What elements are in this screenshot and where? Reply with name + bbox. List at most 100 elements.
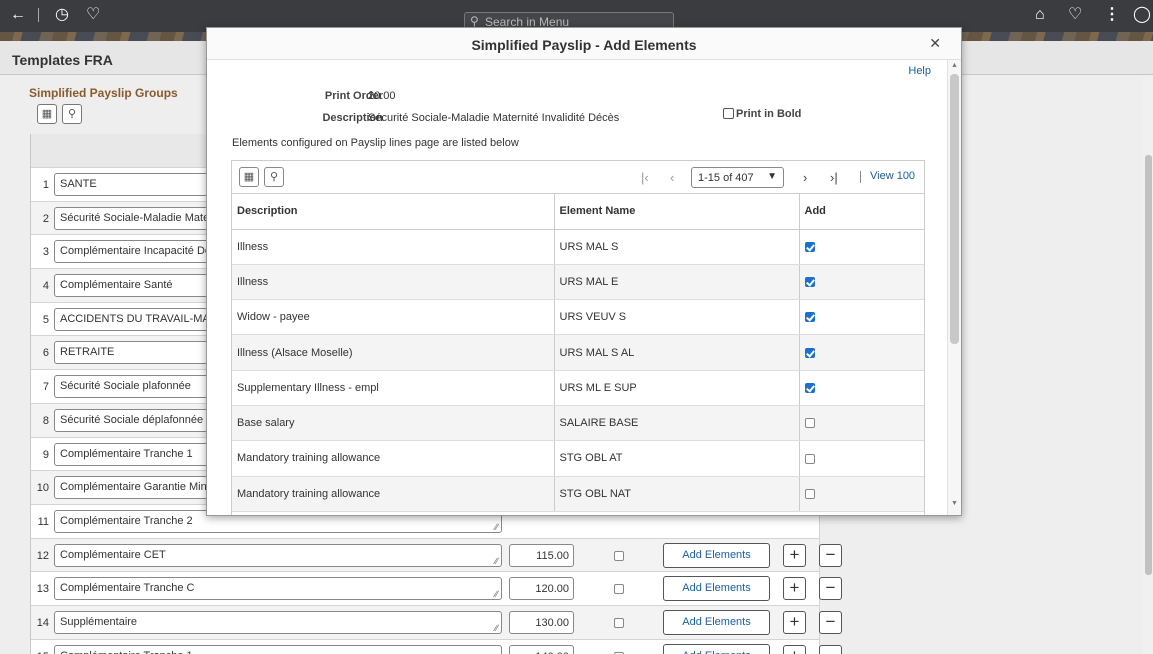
resize-grip-icon[interactable]: ∕∕ <box>495 623 498 633</box>
print-in-bold-label: Print in Bold <box>736 108 802 120</box>
group-description-field[interactable]: Complémentaire CET ∕∕ <box>54 543 502 567</box>
notifications-bell-icon[interactable]: ♡ <box>1068 6 1082 24</box>
add-elements-dialog: Simplified Payslip - Add Elements ✕ Help… <box>206 27 962 516</box>
column-header-description[interactable]: Description <box>232 194 555 230</box>
table-row: Supplementary Illness - empl URS ML E SUP <box>232 370 924 406</box>
print-order-field[interactable]: 115.00 <box>509 543 574 567</box>
delete-row-button[interactable]: − <box>819 543 842 567</box>
element-name: URS MAL S <box>554 229 800 265</box>
find-icon[interactable]: ⚲ <box>264 167 284 187</box>
add-row-button[interactable]: + <box>783 577 806 601</box>
element-description: Supplementary Illness - empl <box>232 370 555 406</box>
favorites-heart-icon[interactable]: ♡ <box>86 6 100 24</box>
column-header-add[interactable]: Add <box>799 194 924 230</box>
print-order-field[interactable]: 140.00 <box>509 644 574 654</box>
table-row: Mandatory training allowance STG OBL NAT <box>232 476 924 512</box>
element-description: Illness (Alsace Moselle) <box>232 334 555 371</box>
row-number: 3 <box>42 246 49 259</box>
column-header-element-name[interactable]: Element Name <box>554 194 800 230</box>
dialog-title: Simplified Payslip - Add Elements <box>471 37 697 53</box>
add-elements-button[interactable]: Add Elements <box>663 609 770 635</box>
chevron-down-icon: ▼ <box>767 171 777 182</box>
search-icon: ⚲ <box>470 14 479 28</box>
page-range-select[interactable]: 1-15 of 407 ▼ <box>691 167 784 188</box>
add-elements-button[interactable]: Add Elements <box>663 576 770 602</box>
print-order-field[interactable]: 130.00 <box>509 610 574 634</box>
scroll-down-icon[interactable]: ▼ <box>951 500 958 507</box>
element-name: SALAIRE BASE <box>554 405 800 442</box>
row-number: 12 <box>36 549 49 562</box>
add-checkbox[interactable] <box>804 347 815 358</box>
last-page-icon[interactable]: ›| <box>830 170 838 185</box>
history-icon[interactable]: ◷ <box>55 6 69 24</box>
previous-page-icon[interactable]: ‹ <box>670 170 674 185</box>
element-description: Mandatory training allowance <box>232 440 555 477</box>
navbar-compass-icon[interactable]: ◯ <box>1133 6 1151 24</box>
add-cell <box>799 264 924 301</box>
group-row: 14 Supplémentaire ∕∕ 130.00 Add Elements + − <box>31 605 842 640</box>
table-row: Mandatory training allowance STG OBL AT <box>232 440 924 477</box>
print-in-bold-checkbox[interactable] <box>614 584 624 595</box>
view-100-link[interactable]: View 100 <box>870 170 915 182</box>
add-row-button[interactable]: + <box>783 644 806 654</box>
dialog-header: Simplified Payslip - Add Elements ✕ <box>207 28 961 60</box>
print-in-bold-checkbox[interactable] <box>723 108 734 119</box>
add-checkbox[interactable] <box>804 418 815 429</box>
row-number: 4 <box>42 280 49 293</box>
add-row-button[interactable]: + <box>783 610 806 634</box>
group-description-field[interactable]: Complémentaire Tranche C ∕∕ <box>54 577 502 601</box>
row-number: 15 <box>31 640 53 654</box>
scroll-thumb[interactable] <box>950 74 959 344</box>
print-in-bold-checkbox[interactable] <box>614 617 624 628</box>
print-in-bold-checkbox[interactable] <box>614 550 624 561</box>
scroll-up-icon[interactable]: ▲ <box>951 62 958 69</box>
group-description-field[interactable]: Complémentaire Tranche 1∕∕ <box>54 644 502 654</box>
add-elements-button[interactable]: Add Elements <box>663 643 770 654</box>
print-order-field[interactable]: 120.00 <box>509 577 574 601</box>
page-title: Templates FRA <box>12 52 113 68</box>
elements-table: Description Element Name Add Illness URS … <box>232 194 924 512</box>
add-checkbox[interactable] <box>804 488 815 499</box>
add-checkbox[interactable] <box>804 312 815 323</box>
resize-grip-icon[interactable]: ∕∕ <box>495 522 498 532</box>
personalize-grid-icon[interactable]: ▦ <box>37 104 57 124</box>
more-actions-icon[interactable]: ⋮ <box>1104 6 1120 24</box>
add-checkbox[interactable] <box>804 382 815 393</box>
table-row: Illness URS MAL S <box>232 229 924 265</box>
personalize-grid-icon[interactable]: ▦ <box>239 167 259 187</box>
add-elements-button[interactable]: Add Elements <box>663 542 770 568</box>
add-row-button[interactable]: + <box>783 543 806 567</box>
close-icon[interactable]: ✕ <box>929 35 941 52</box>
print-order-value: 20.00 <box>368 90 396 102</box>
add-checkbox[interactable] <box>804 277 815 288</box>
group-description-field[interactable]: Supplémentaire ∕∕ <box>54 610 502 634</box>
group-row: 12 Complémentaire CET ∕∕ 115.00 Add Elements… <box>31 538 842 573</box>
resize-grip-icon[interactable]: ∕∕ <box>495 589 498 599</box>
first-page-icon[interactable]: |‹ <box>641 170 649 185</box>
element-description: Illness <box>232 229 555 265</box>
table-row: Illness URS MAL E <box>232 264 924 301</box>
page-scrollbar[interactable] <box>1143 75 1153 654</box>
row-number: 7 <box>42 381 49 394</box>
element-description: Base salary <box>232 405 555 442</box>
help-link[interactable]: Help <box>908 65 931 77</box>
home-icon[interactable]: ⌂ <box>1035 6 1045 24</box>
element-name: URS ML E SUP <box>554 370 800 406</box>
add-checkbox[interactable] <box>804 453 815 464</box>
element-description: Widow - payee <box>232 299 555 336</box>
add-checkbox[interactable] <box>804 241 815 252</box>
intro-text: Elements configured on Payslip lines pag… <box>232 137 519 149</box>
find-icon[interactable]: ⚲ <box>62 104 82 124</box>
back-arrow-icon[interactable]: ← <box>10 6 26 24</box>
elements-grid: ▦ ⚲ |‹ ‹ 1-15 of 407 ▼ › ›| View 100 Des… <box>231 160 925 515</box>
delete-row-button[interactable]: − <box>819 610 842 634</box>
element-name: STG OBL NAT <box>554 476 800 512</box>
next-page-icon[interactable]: › <box>803 170 807 185</box>
add-cell <box>799 299 924 336</box>
delete-row-button[interactable]: − <box>819 577 842 601</box>
resize-grip-icon[interactable]: ∕∕ <box>495 556 498 566</box>
delete-row-button[interactable]: − <box>819 644 842 654</box>
dialog-scrollbar[interactable]: ▲ ▼ <box>947 60 961 515</box>
element-name: URS VEUV S <box>554 299 800 336</box>
row-number: 9 <box>42 448 49 461</box>
